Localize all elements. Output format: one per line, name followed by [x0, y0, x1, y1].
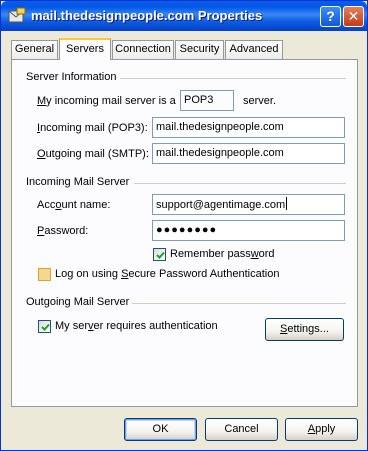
incoming-server-heading: Incoming Mail Server — [26, 176, 130, 188]
checkmark-icon — [41, 323, 50, 331]
incoming-server-type-field: POP3 — [180, 90, 234, 111]
outgoing-mail-field[interactable]: mail.thedesignpeople.com — [152, 143, 345, 164]
tab-advanced[interactable]: Advanced — [225, 40, 283, 59]
server-info-heading: Server Information — [26, 71, 117, 83]
title-bar[interactable]: mail.thedesignpeople.com Properties ? ✕ — [1, 1, 367, 31]
ok-button[interactable]: OK — [124, 418, 197, 441]
remember-password-label: Remember password — [170, 248, 275, 260]
tab-general[interactable]: General — [11, 40, 58, 59]
password-field[interactable]: ●●●●●●●● — [152, 220, 345, 241]
apply-button[interactable]: Apply — [285, 418, 358, 441]
spa-label: Log on using Secure Password Authenticat… — [55, 268, 280, 280]
requires-auth-label: My server requires authentication — [55, 320, 218, 332]
mail-server-icon — [8, 7, 26, 23]
window-title: mail.thedesignpeople.com Properties — [31, 8, 263, 23]
help-button[interactable]: ? — [320, 6, 341, 27]
checkmark-icon — [156, 251, 165, 259]
incoming-type-suffix: server. — [243, 95, 277, 107]
requires-auth-checkbox[interactable] — [38, 320, 51, 333]
outgoing-server-heading: Outgoing Mail Server — [26, 296, 130, 308]
tab-servers[interactable]: Servers — [59, 38, 111, 60]
incoming-mail-label: Incoming mail (POP3): — [37, 122, 148, 134]
cancel-button[interactable]: Cancel — [205, 418, 278, 441]
close-button[interactable]: ✕ — [343, 6, 364, 27]
servers-panel: Server Information My incoming mail serv… — [11, 59, 358, 407]
settings-button[interactable]: Settings... — [265, 318, 344, 341]
outgoing-mail-label: Outgoing mail (SMTP): — [37, 148, 149, 160]
tab-connection[interactable]: Connection — [112, 40, 174, 59]
divider — [132, 303, 346, 304]
divider — [134, 183, 346, 184]
spa-checkbox[interactable] — [38, 268, 51, 281]
tab-security[interactable]: Security — [175, 40, 224, 59]
incoming-type-label: My incoming mail server is a — [37, 95, 176, 107]
account-name-field[interactable]: support@agentimage.com — [152, 194, 345, 215]
password-label: Password: — [37, 225, 89, 237]
account-name-label: Account name: — [37, 199, 111, 211]
incoming-mail-field[interactable]: mail.thedesignpeople.com — [152, 117, 345, 138]
divider — [120, 78, 346, 79]
remember-password-checkbox[interactable] — [153, 248, 166, 261]
properties-dialog: mail.thedesignpeople.com Properties ? ✕ … — [0, 0, 368, 451]
